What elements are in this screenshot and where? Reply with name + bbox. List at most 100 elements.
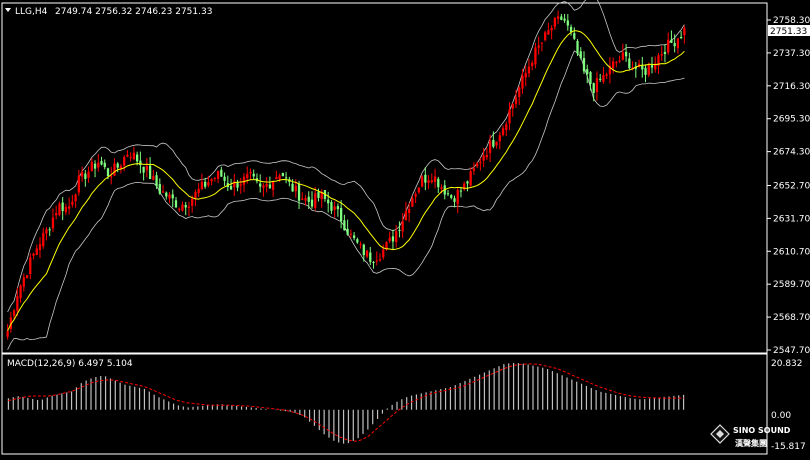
- candle-body: [307, 196, 310, 202]
- candle-body: [116, 163, 119, 168]
- candle-body: [482, 155, 485, 161]
- candle-body: [576, 41, 579, 54]
- macd-signal: [8, 363, 684, 442]
- candle-body: [550, 27, 553, 31]
- candle-body: [612, 61, 615, 69]
- candle-body: [391, 236, 395, 242]
- candle-body: [569, 26, 573, 33]
- price-chart[interactable]: 2758.30 2737.30 2716.30 2695.30 2674.30 2652.…: [0, 0, 810, 456]
- candle-body: [291, 183, 294, 192]
- candle-body: [365, 250, 369, 257]
- lower-band: [7, 50, 685, 350]
- candle-body: [184, 204, 187, 208]
- candle-body: [618, 60, 621, 62]
- macd-max-label: 20.832: [771, 359, 803, 369]
- candle-body: [420, 176, 424, 187]
- price-tick-label-6: 2631.70: [773, 214, 810, 224]
- candle-body: [58, 203, 61, 216]
- candle-body: [589, 72, 592, 84]
- candle-body: [424, 174, 427, 183]
- candle-body: [369, 252, 372, 262]
- candle-body: [556, 16, 560, 19]
- candle-body: [359, 243, 362, 245]
- candle-body: [378, 259, 382, 261]
- candle-body: [148, 165, 152, 179]
- candle-body: [155, 175, 158, 187]
- candle-body: [19, 285, 22, 299]
- candle-body: [680, 37, 683, 39]
- candle-body: [660, 54, 663, 56]
- candle-body: [498, 135, 501, 142]
- candle-body: [171, 194, 174, 199]
- candle-body: [22, 277, 25, 287]
- candle-body: [492, 140, 495, 147]
- candle-body: [152, 175, 155, 180]
- candle-body: [566, 20, 569, 26]
- main-pane-frame: [1, 2, 768, 354]
- candle-body: [314, 193, 317, 209]
- ma-line: [7, 30, 685, 332]
- chart-window[interactable]: 2758.30 2737.30 2716.30 2695.30 2674.30 2652.…: [0, 0, 810, 456]
- candle-body: [644, 67, 647, 75]
- candle-body: [38, 244, 42, 251]
- candle-body: [349, 233, 352, 235]
- candle-body: [161, 191, 165, 193]
- candle-body: [667, 39, 670, 53]
- macd-min-label: -15.817: [771, 442, 806, 452]
- candle-body: [602, 75, 605, 82]
- candle-body: [178, 208, 181, 210]
- dropdown-triangle-icon[interactable]: [5, 8, 11, 12]
- candle-body: [508, 109, 511, 124]
- candle-body: [456, 189, 459, 205]
- candle-body: [265, 183, 268, 187]
- candle-body: [239, 184, 242, 186]
- candle-body: [615, 62, 618, 64]
- candle-body: [191, 198, 194, 206]
- candle-body: [310, 199, 314, 207]
- candle-body: [35, 248, 38, 255]
- candle-body: [433, 176, 437, 183]
- candle-body: [236, 182, 239, 188]
- candle-body: [466, 181, 469, 184]
- candle-body: [71, 201, 74, 205]
- candle-body: [74, 194, 77, 202]
- candle-body: [414, 194, 417, 197]
- candle-body: [42, 232, 45, 247]
- price-tick-label-8: 2589.70: [773, 280, 810, 290]
- candle-body: [158, 183, 161, 194]
- candle-body: [84, 173, 87, 180]
- logo-text-en: SINO SOUND: [733, 426, 791, 435]
- candle-body: [547, 30, 550, 35]
- candle-body: [628, 58, 631, 69]
- candle-body: [488, 140, 492, 153]
- candle-body: [284, 177, 288, 179]
- candle-body: [301, 198, 304, 200]
- candle-body: [330, 202, 333, 211]
- candle-body: [223, 176, 226, 181]
- candle-body: [281, 172, 284, 177]
- candle-body: [592, 83, 595, 93]
- candle-body: [683, 27, 686, 36]
- price-tick-label-9: 2568.70: [773, 313, 810, 323]
- candle-body: [25, 275, 29, 279]
- candle-body: [29, 257, 32, 274]
- candle-body: [126, 154, 129, 157]
- candle-body: [356, 239, 359, 243]
- candle-body: [375, 260, 378, 262]
- candle-body: [213, 177, 216, 179]
- candle-body: [317, 191, 320, 198]
- candle-body: [459, 190, 463, 192]
- candle-body: [80, 171, 84, 177]
- ohlc-label: 2749.74 2756.32 2746.23 2751.33: [55, 7, 212, 17]
- candle-body: [200, 181, 204, 189]
- candle-body: [207, 182, 210, 186]
- candle-body: [142, 166, 145, 173]
- candle-body: [544, 32, 547, 41]
- candle-body: [372, 261, 375, 264]
- candle-body: [670, 39, 673, 43]
- candle-body: [220, 169, 223, 177]
- current-price-label: 2751.33: [770, 27, 807, 37]
- price-tick-label-10: 2547.70: [773, 346, 810, 356]
- candle-body: [453, 198, 456, 202]
- candle-body: [446, 193, 450, 195]
